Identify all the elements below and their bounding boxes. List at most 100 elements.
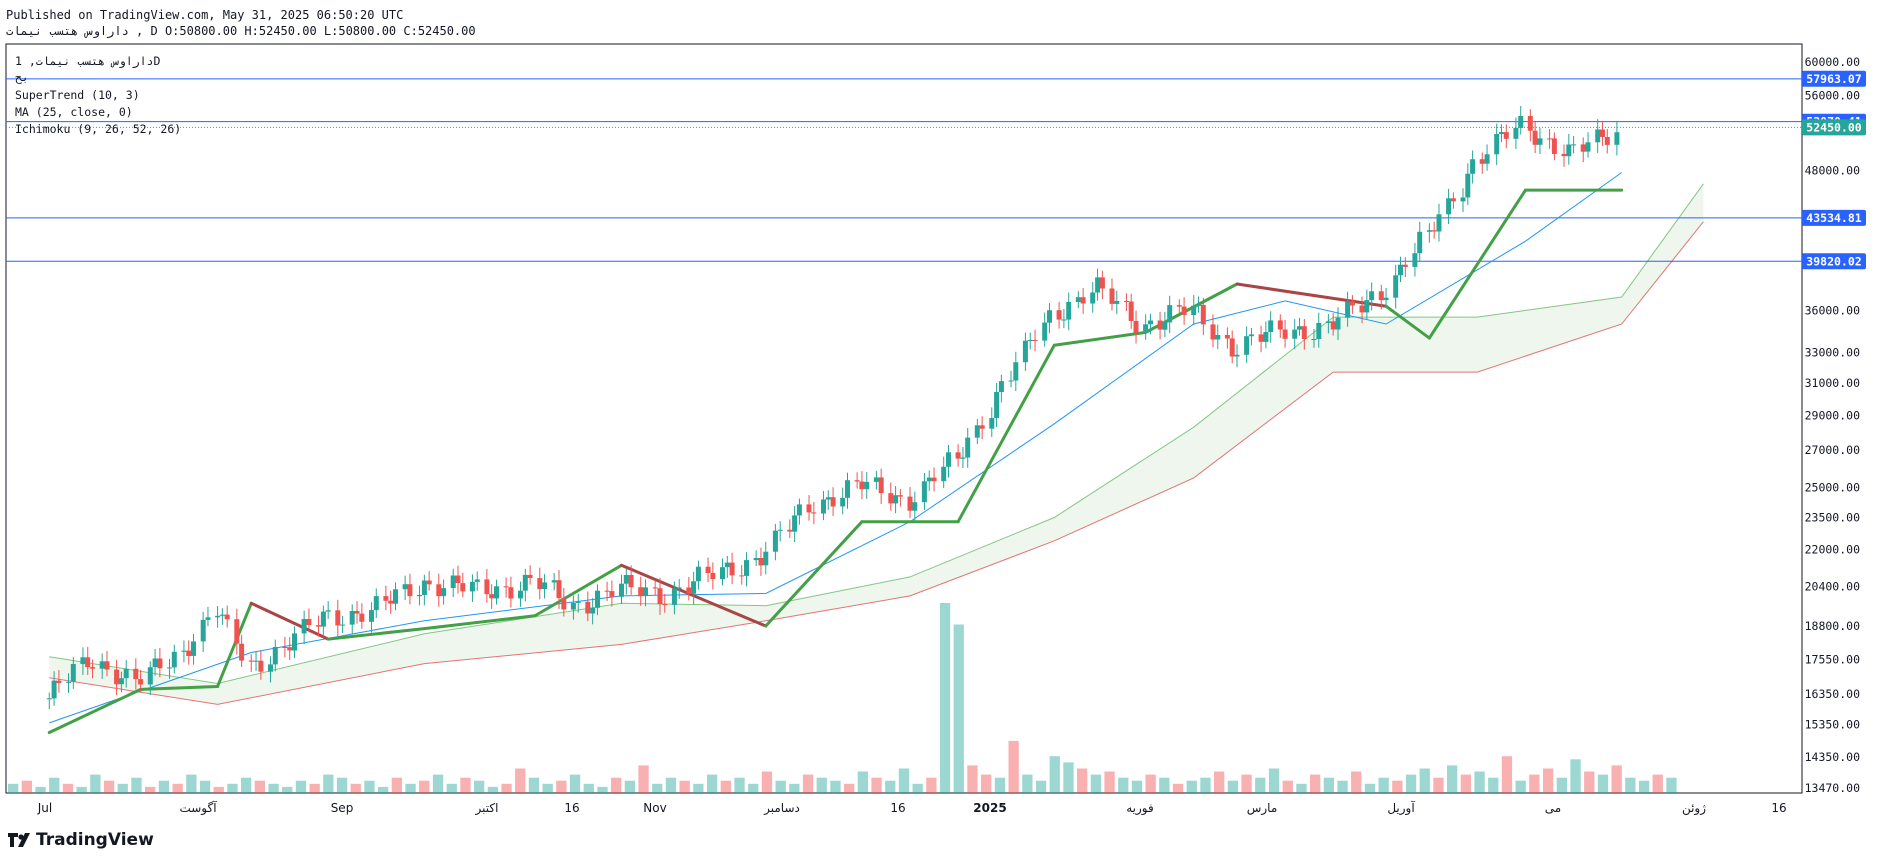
candle-body xyxy=(946,452,951,467)
volume-bar xyxy=(967,765,978,793)
candle-body xyxy=(402,584,408,590)
legend-supertrend[interactable]: SuperTrend (10, 3) xyxy=(15,88,140,102)
y-tick-label: 22000.00 xyxy=(1805,543,1860,557)
x-tick-label: Sep xyxy=(331,801,354,815)
candle-body xyxy=(393,589,398,604)
volume-bar xyxy=(1611,765,1622,793)
candle-body xyxy=(763,551,769,566)
candle-body xyxy=(1224,335,1230,339)
candle-body xyxy=(152,658,158,668)
volume-bar xyxy=(583,783,594,793)
x-tick-label: Nov xyxy=(643,801,666,815)
volume-bar xyxy=(186,774,197,793)
volume-bar xyxy=(460,777,471,793)
candle-body xyxy=(1325,321,1331,323)
candle-body xyxy=(1580,144,1586,152)
candle-body xyxy=(840,497,846,507)
x-tick-label: اکتبر xyxy=(475,801,499,816)
volume-bar xyxy=(748,783,759,793)
volume-bar xyxy=(1556,777,1567,793)
candle-body xyxy=(369,610,374,622)
candle-body xyxy=(652,587,658,589)
y-tick-label: 48000.00 xyxy=(1805,164,1860,178)
candle-body xyxy=(1282,329,1288,339)
candle-body xyxy=(926,477,932,482)
volume-bar xyxy=(1172,783,1184,793)
candle-body xyxy=(724,562,730,568)
y-tick-label: 15350.00 xyxy=(1805,718,1860,732)
volume-bar xyxy=(90,774,101,793)
candle-body xyxy=(893,495,899,504)
volume-bar xyxy=(199,780,211,793)
candle-body xyxy=(1518,116,1524,128)
volume-bar xyxy=(1282,780,1293,793)
candle-body xyxy=(441,588,447,597)
volume-bar xyxy=(515,768,526,793)
volume-bar xyxy=(419,780,430,793)
volume-bar xyxy=(76,786,87,793)
candle-body xyxy=(777,529,783,531)
candle-body xyxy=(806,504,812,513)
candle-body xyxy=(1460,197,1466,202)
volume-bar xyxy=(446,783,457,793)
candle-body xyxy=(897,495,903,497)
candle-body xyxy=(1378,291,1384,301)
volume-bar xyxy=(1378,777,1389,793)
volume-bar xyxy=(611,777,622,793)
volume-bar xyxy=(734,777,745,793)
candle-body xyxy=(90,667,96,669)
volume-bar xyxy=(1323,777,1334,793)
volume-bar xyxy=(652,783,663,793)
candle-body xyxy=(455,575,461,583)
x-tick-label: آوریل xyxy=(1387,800,1415,816)
candle-body xyxy=(114,669,120,685)
candle-body xyxy=(1349,301,1355,306)
candle-body xyxy=(205,617,211,620)
candle-body xyxy=(825,497,831,500)
candle-body xyxy=(744,560,749,576)
candle-body xyxy=(921,481,927,503)
legend-ichimoku[interactable]: Ichimoku (9, 26, 52, 26) xyxy=(15,122,181,136)
volume-bar xyxy=(364,780,375,793)
volume-bar xyxy=(926,777,937,793)
x-tick-label: 16 xyxy=(1771,801,1786,815)
volume-bar xyxy=(542,783,553,793)
candle-body xyxy=(66,681,71,683)
candle-body xyxy=(1450,198,1456,202)
candle-body xyxy=(253,660,259,662)
volume-bar xyxy=(528,777,540,793)
volume-bar xyxy=(707,774,718,793)
candle-body xyxy=(157,658,163,669)
candle-body xyxy=(1196,304,1201,306)
candle-body xyxy=(1162,322,1168,330)
legend-ma[interactable]: MA (25, close, 0) xyxy=(15,105,133,119)
volume-bar xyxy=(624,780,635,793)
candle-body xyxy=(1099,277,1105,289)
candle-body xyxy=(99,661,105,669)
candle-body xyxy=(1191,305,1197,315)
candle-body xyxy=(306,619,312,626)
y-tick-label: 20400.00 xyxy=(1805,579,1860,593)
volume-bar xyxy=(789,783,800,793)
candle-body xyxy=(436,584,442,597)
y-tick-label: 56000.00 xyxy=(1805,89,1860,103)
candle-body xyxy=(695,566,701,582)
y-tick-label: 18800.00 xyxy=(1805,619,1860,633)
candle-body xyxy=(1114,301,1120,304)
price-label-text: 39820.02 xyxy=(1806,254,1861,268)
candle-body xyxy=(1090,292,1096,304)
volume-bar xyxy=(1392,780,1403,793)
volume-bar xyxy=(145,786,156,793)
volume-bar xyxy=(556,780,567,793)
candle-body xyxy=(561,598,567,610)
candle-body xyxy=(590,607,596,614)
candle-body xyxy=(1417,231,1423,254)
volume-bar xyxy=(405,783,416,793)
price-chart[interactable]: 60000.00 56000.00 48000.00 36000.00 33000.00… xyxy=(0,0,1878,858)
candle-body xyxy=(989,418,995,429)
volume-bar xyxy=(117,783,128,793)
candle-body xyxy=(686,587,692,594)
volume-bar xyxy=(1268,768,1280,793)
candle-body xyxy=(1585,142,1591,152)
volume-bar xyxy=(62,783,74,793)
